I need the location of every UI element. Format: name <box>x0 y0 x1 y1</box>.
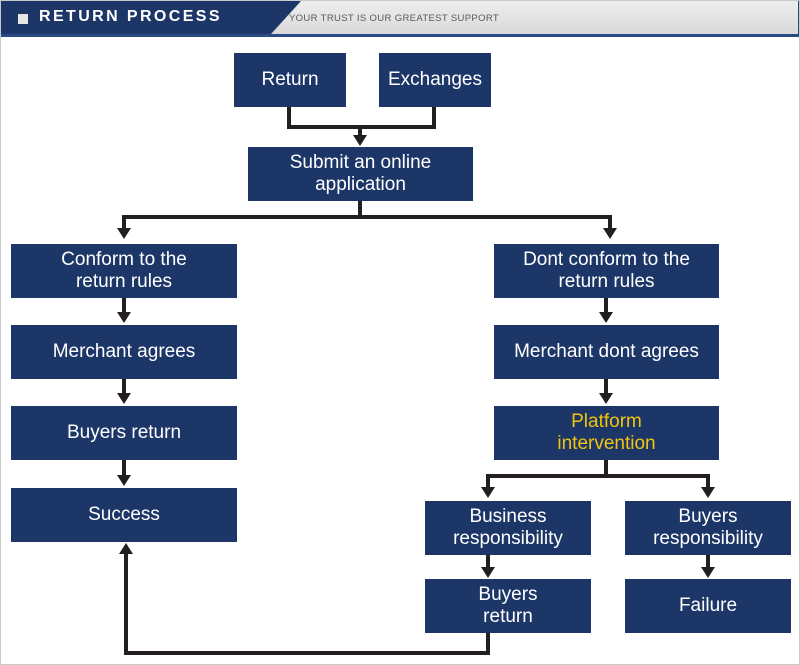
edge-split-horizontal <box>122 215 612 219</box>
edge-responsibility-split-horizontal <box>486 474 710 478</box>
node-merchant-dont-agrees[interactable]: Merchant dont agrees <box>494 325 719 379</box>
edge-feedback-up <box>124 554 128 653</box>
edge-split-right-drop <box>608 215 612 229</box>
node-dont-conform-to-return-rules[interactable]: Dont conform to the return rules <box>494 244 719 298</box>
node-buyers-return-right[interactable]: Buyers return <box>425 579 591 633</box>
return-process-diagram: RETURN PROCESS YOUR TRUST IS OUR GREATES… <box>0 0 800 665</box>
arrowhead-to-platform-intervention <box>599 393 613 404</box>
arrowhead-feedback-to-success <box>119 543 133 554</box>
node-business-responsibility[interactable]: Business responsibility <box>425 501 591 555</box>
arrowhead-to-buyers-responsibility <box>701 487 715 498</box>
node-return[interactable]: Return <box>234 53 346 107</box>
arrowhead-to-success <box>117 475 131 486</box>
arrowhead-to-buyers-return-left <box>117 393 131 404</box>
page-title: RETURN PROCESS <box>39 8 222 25</box>
node-exchanges[interactable]: Exchanges <box>379 53 491 107</box>
arrowhead-to-failure <box>701 567 715 578</box>
edge-split-left-drop <box>122 215 126 229</box>
header-tagline: YOUR TRUST IS OUR GREATEST SUPPORT <box>289 13 500 24</box>
edge-split-to-business-resp <box>486 474 490 488</box>
node-success[interactable]: Success <box>11 488 237 542</box>
edge-split-to-buyers-resp <box>706 474 710 488</box>
node-buyers-responsibility[interactable]: Buyers responsibility <box>625 501 791 555</box>
arrowhead-to-merchant-dont-agrees <box>599 312 613 323</box>
edge-feedback-horizontal <box>124 651 490 655</box>
arrowhead-to-conform <box>117 228 131 239</box>
arrowhead-to-business-responsibility <box>481 487 495 498</box>
node-platform-intervention[interactable]: Platform intervention <box>494 406 719 460</box>
node-failure[interactable]: Failure <box>625 579 791 633</box>
node-submit-online-application[interactable]: Submit an online application <box>248 147 473 201</box>
header-banner: RETURN PROCESS YOUR TRUST IS OUR GREATES… <box>1 1 799 37</box>
arrowhead-to-merchant-agrees <box>117 312 131 323</box>
node-conform-to-return-rules[interactable]: Conform to the return rules <box>11 244 237 298</box>
arrowhead-to-submit <box>353 135 367 146</box>
square-bullet-icon <box>18 14 28 24</box>
header-underline <box>1 34 799 37</box>
node-merchant-agrees[interactable]: Merchant agrees <box>11 325 237 379</box>
arrowhead-to-dont-conform <box>603 228 617 239</box>
node-buyers-return-left[interactable]: Buyers return <box>11 406 237 460</box>
arrowhead-to-buyers-return-right <box>481 567 495 578</box>
